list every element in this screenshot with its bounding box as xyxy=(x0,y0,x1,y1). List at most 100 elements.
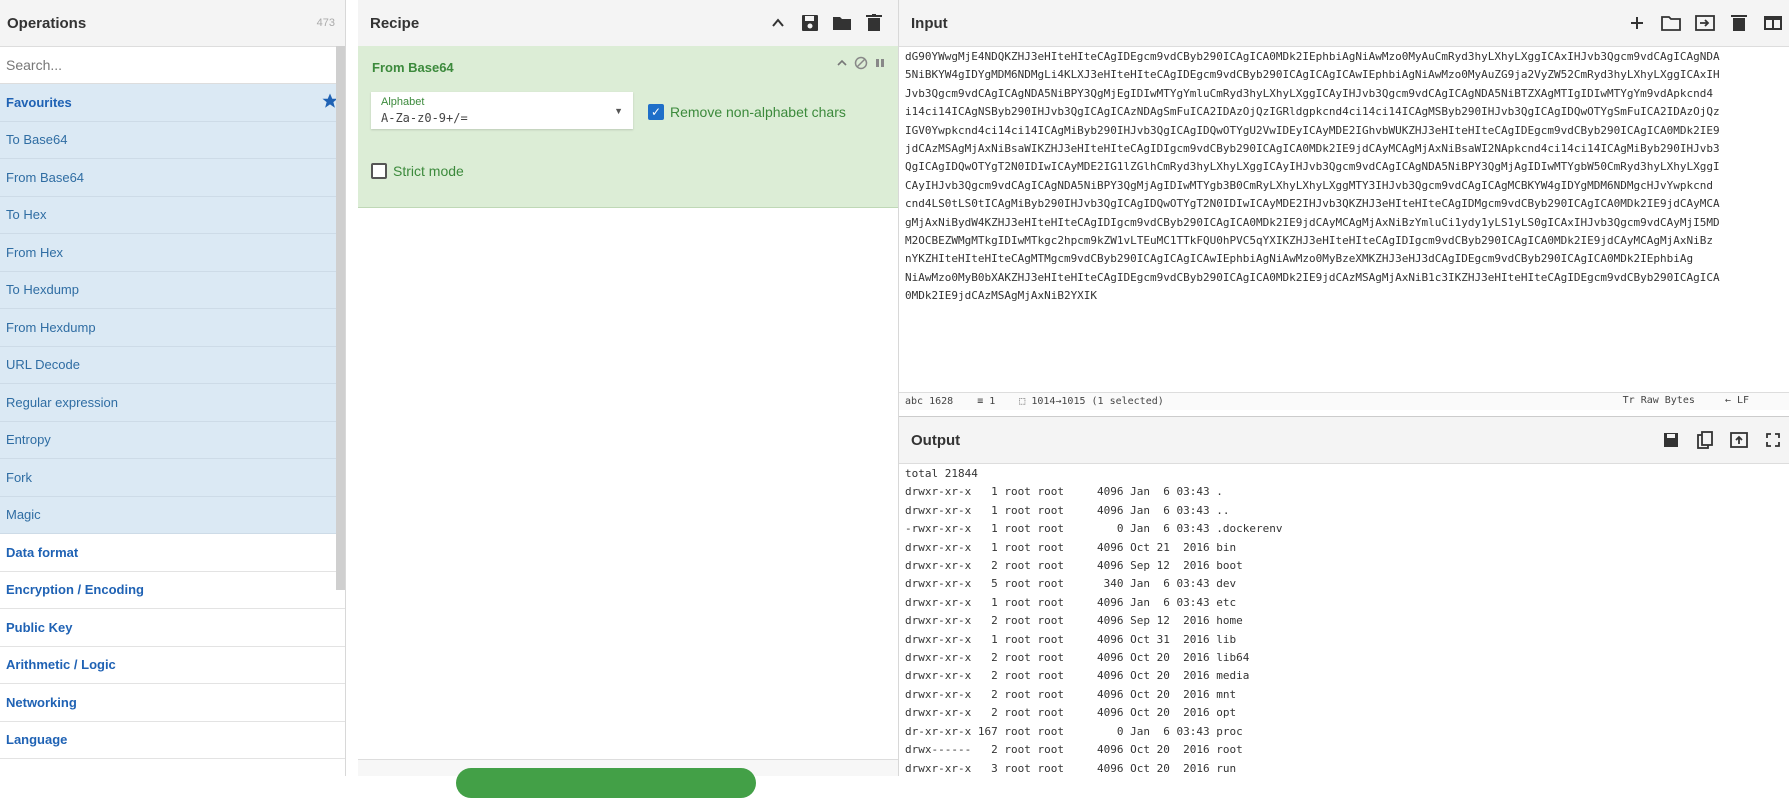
input-line: 5NiBKYW4gIDYgMDM6NDMgLi4KLXJ3eHIteHIteCA… xyxy=(905,68,1720,82)
category-item[interactable]: Arithmetic / Logic xyxy=(0,646,345,684)
input-status-bar: abc 1628 ≡ 1 ⬚ 1014→1015 (1 selected) Tr… xyxy=(899,392,1789,410)
operation-item[interactable]: Fork xyxy=(0,459,345,497)
output-line: drwxr-xr-x 2 root root 4096 Oct 20 2016 … xyxy=(905,651,1250,665)
output-title: Output xyxy=(911,431,961,449)
input-line: M2OCBEZWMgMTkgIDIwMTkgc2hpcm9kZW1vLTEuMC… xyxy=(905,234,1713,248)
operations-title: Operations xyxy=(7,14,87,32)
input-line: Jvb3Qgcm9vdCAgICAgNDA5NiBPY3QgMjEgIDIwMT… xyxy=(905,86,1713,100)
save-icon[interactable] xyxy=(1659,428,1683,452)
trash-icon[interactable] xyxy=(1727,11,1751,35)
output-line: drwxr-xr-x 5 root root 340 Jan 6 03:43 d… xyxy=(905,577,1237,591)
operation-item[interactable]: To Hexdump xyxy=(0,271,345,309)
raw-bytes-button[interactable]: Tr Raw Bytes xyxy=(1623,395,1707,406)
checkbox-empty-icon xyxy=(371,163,387,179)
output-line: drwxr-xr-x 1 root root 4096 Jan 6 03:43 … xyxy=(905,485,1223,499)
input-line: NiAwMzo0MyB0bXAKZHJ3eHIteHIteCAgIDEgcm9v… xyxy=(905,270,1720,284)
output-line: drwxr-xr-x 2 root root 4096 Sep 12 2016 … xyxy=(905,614,1243,628)
input-panel: Input dG90YWwgMjE4NDQKZHJ3eHIteHIteCAgID… xyxy=(899,0,1789,410)
open-file-icon[interactable] xyxy=(1693,11,1717,35)
remove-nonalpha-checkbox[interactable]: ✓ Remove non-alphabet chars xyxy=(648,104,846,120)
output-line: drwxr-xr-x 2 root root 4096 Oct 20 2016 … xyxy=(905,706,1237,720)
output-line: drwxr-xr-x 2 root root 4096 Oct 20 2016 … xyxy=(905,687,1237,701)
layout-icon[interactable] xyxy=(1761,11,1785,35)
operation-item[interactable]: From Hex xyxy=(0,234,345,272)
input-line: CAyIHJvb3Qgcm9vdCAgICAgNDA5NiBPY3QgMjAgI… xyxy=(905,178,1713,192)
operation-item[interactable]: From Hexdump xyxy=(0,309,345,347)
operation-item[interactable]: To Hex xyxy=(0,196,345,234)
chevron-up-icon[interactable] xyxy=(836,56,848,75)
operations-count: 473 xyxy=(316,17,335,29)
input-header: Input xyxy=(899,0,1789,47)
recipe-title: Recipe xyxy=(370,14,420,32)
output-line: drwxr-xr-x 3 root root 4096 Oct 20 2016 … xyxy=(905,761,1237,775)
operation-item[interactable]: URL Decode xyxy=(0,346,345,384)
maximize-icon[interactable] xyxy=(1761,428,1785,452)
disable-icon[interactable] xyxy=(854,56,868,75)
output-line: drwx------ 2 root root 4096 Oct 20 2016 … xyxy=(905,743,1243,757)
output-line: drwxr-xr-x 1 root root 4096 Oct 21 2016 … xyxy=(905,540,1237,554)
operation-item[interactable]: To Base64 xyxy=(0,121,345,159)
strict-mode-checkbox[interactable]: Strict mode xyxy=(371,163,464,179)
input-line: 0MDk2IE9jdCAzMSAgMjAxNiB2YXIK xyxy=(905,289,1098,303)
chevron-up-icon[interactable] xyxy=(766,11,790,35)
input-line: IGV0Ywpkcnd4ci14ci14ICAgMiByb290IHJvb3Qg… xyxy=(905,123,1720,137)
save-icon[interactable] xyxy=(798,11,822,35)
open-folder-icon[interactable] xyxy=(1659,11,1683,35)
checkmark-icon: ✓ xyxy=(648,104,664,120)
output-line: drwxr-xr-x 1 root root 4096 Jan 6 03:43 … xyxy=(905,595,1237,609)
recipe-panel: Recipe From Base64 Alphabet A-Za-z0-9+/=… xyxy=(358,0,899,798)
input-textarea[interactable]: dG90YWwgMjE4NDQKZHJ3eHIteHIteCAgIDEgcm9v… xyxy=(905,48,1785,388)
operation-item[interactable]: Regular expression xyxy=(0,384,345,422)
bake-button[interactable] xyxy=(456,768,756,798)
copy-icon[interactable] xyxy=(1693,428,1717,452)
output-line: -rwxr-xr-x 1 root root 0 Jan 6 03:43 .do… xyxy=(905,522,1283,536)
output-line: drwxr-xr-x 2 root root 4096 Oct 20 2016 … xyxy=(905,669,1250,683)
strict-mode-label: Strict mode xyxy=(393,163,464,179)
category-item[interactable]: Language xyxy=(0,721,345,759)
replace-input-icon[interactable] xyxy=(1727,428,1751,452)
operations-scrollbar[interactable] xyxy=(336,46,345,590)
search-input[interactable]: Search... xyxy=(0,47,345,84)
operation-name: From Base64 xyxy=(372,60,454,75)
lines-stat: ≡ 1 xyxy=(977,396,996,407)
category-favourites[interactable]: Favourites xyxy=(0,84,345,122)
operations-panel: Operations 473 Search... Favourites To B… xyxy=(0,0,346,776)
length-stat: abc 1628 xyxy=(905,396,954,407)
output-line: drwxr-xr-x 1 root root 4096 Oct 31 2016 … xyxy=(905,632,1237,646)
plus-icon[interactable] xyxy=(1625,11,1649,35)
selection-stat: ⬚ 1014→1015 (1 selected) xyxy=(1019,396,1164,407)
output-line: drwxr-xr-x 2 root root 4096 Sep 12 2016 … xyxy=(905,559,1243,573)
output-line: dr-xr-xr-x 167 root root 0 Jan 6 03:43 p… xyxy=(905,724,1243,738)
output-line: drwxr-xr-x 1 root root 4096 Jan 6 03:43 … xyxy=(905,503,1230,517)
recipe-header: Recipe xyxy=(358,0,898,47)
alphabet-select[interactable]: Alphabet A-Za-z0-9+/= ▼ xyxy=(371,92,633,129)
category-item[interactable]: Public Key xyxy=(0,609,345,647)
input-line: i14ci14ICAgNSByb290IHJvb3QgICAgICAzNDAgS… xyxy=(905,105,1720,119)
caret-down-icon: ▼ xyxy=(614,106,623,116)
category-item[interactable]: Networking xyxy=(0,684,345,722)
alphabet-value: A-Za-z0-9+/= xyxy=(381,111,468,125)
operation-item[interactable]: From Base64 xyxy=(0,159,345,197)
input-line: jdCAzMSAgMjAxNiBsaWIKZHJ3eHIteHIteCAgIDI… xyxy=(905,142,1720,156)
pause-icon[interactable] xyxy=(874,56,886,75)
output-line: total 21844 xyxy=(905,467,978,480)
remove-nonalpha-label: Remove non-alphabet chars xyxy=(670,104,846,120)
input-line: nYKZHIteHIteHIteCAgMTMgcm9vdCByb290ICAgI… xyxy=(905,252,1694,266)
trash-icon[interactable] xyxy=(862,11,886,35)
status-right: Tr Raw Bytes ← LF xyxy=(1623,395,1773,406)
operation-item[interactable]: Entropy xyxy=(0,421,345,459)
operations-header: Operations 473 xyxy=(0,0,345,47)
folder-icon[interactable] xyxy=(830,11,854,35)
input-line: gMjAxNiBydW4KZHJ3eHIteHIteCAgIDIgcm9vdCB… xyxy=(905,215,1720,229)
operation-item[interactable]: Magic xyxy=(0,496,345,534)
eol-button[interactable]: ← LF xyxy=(1725,395,1761,406)
category-item[interactable]: Data format xyxy=(0,534,345,572)
output-header: Output xyxy=(899,417,1789,464)
category-item[interactable]: Encryption / Encoding xyxy=(0,571,345,609)
input-line: cnd4LS0tLS0tICAgMiByb290IHJvb3QgICAgIDQw… xyxy=(905,197,1720,211)
output-panel: Output total 21844 drwxr-xr-x 1 root root… xyxy=(899,416,1789,777)
operation-from-base64[interactable]: From Base64 Alphabet A-Za-z0-9+/= ▼ ✓ Re… xyxy=(358,46,898,208)
favourites-label: Favourites xyxy=(6,94,72,110)
alphabet-label: Alphabet xyxy=(381,96,425,108)
output-text[interactable]: total 21844 drwxr-xr-x 1 root root 4096 J… xyxy=(905,465,1785,778)
